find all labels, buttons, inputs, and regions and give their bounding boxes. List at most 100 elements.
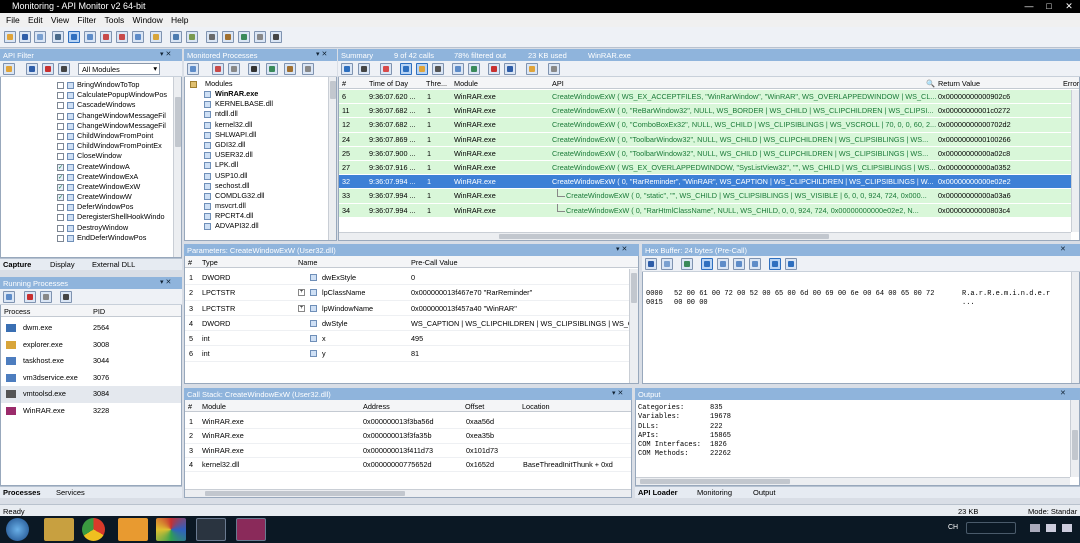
- api-filter-item[interactable]: ✓ CreateWindowW: [1, 192, 173, 202]
- flag-icon[interactable]: [1030, 524, 1040, 532]
- menu-file[interactable]: File: [0, 13, 20, 25]
- api-filter-item[interactable]: DeferWindowPos: [1, 202, 173, 212]
- summary-row[interactable]: 25 9:36:07.900 ... 1 WinRAR.exe CreateWindow…: [339, 146, 1071, 161]
- api-filter-item[interactable]: ChangeWindowMessageFil: [1, 111, 173, 121]
- hex-scrollbar[interactable]: [1071, 272, 1079, 383]
- copy-icon[interactable]: [34, 31, 46, 43]
- parameters-scrollbar[interactable]: [629, 269, 638, 383]
- call-stack-row[interactable]: 2 WinRAR.exe 0x000000013f3fa35b 0xea35b: [185, 429, 631, 444]
- api-filter-item[interactable]: ✓ CreateWindowA: [1, 162, 173, 172]
- api-filter-item[interactable]: DeregisterShellHookWindo: [1, 212, 173, 222]
- parameter-row[interactable]: 2 LPCTSTR + lpClassName 0x000000013f467e70 "…: [185, 285, 629, 301]
- language-indicator[interactable]: CH: [948, 524, 958, 531]
- network-icon[interactable]: [1046, 524, 1056, 532]
- crosshair-icon[interactable]: [248, 63, 260, 75]
- parameter-row[interactable]: 6 int y 81: [185, 346, 629, 362]
- tab-capture[interactable]: Capture: [3, 260, 31, 269]
- minimize-icon[interactable]: —: [1022, 1, 1036, 11]
- api-filter-item[interactable]: CloseWindow: [1, 151, 173, 161]
- summary-row[interactable]: 24 9:36:07.869 ... 1 WinRAR.exe CreateWindow…: [339, 132, 1071, 147]
- col-stack-module[interactable]: Module: [202, 402, 226, 411]
- api-filter-item[interactable]: ✓ CreateWindowExA: [1, 172, 173, 182]
- checkbox[interactable]: [57, 92, 64, 100]
- api-filter-item[interactable]: ChildWindowFromPoint: [1, 131, 173, 141]
- breakpoint-icon[interactable]: [526, 63, 538, 75]
- tools-icon[interactable]: [222, 31, 234, 43]
- attach-icon[interactable]: [187, 63, 199, 75]
- open-icon[interactable]: [4, 31, 16, 43]
- summary-row[interactable]: 34 9:36:07.994 ... 1 WinRAR.exe CreateWindow…: [339, 203, 1071, 218]
- api-filter-item[interactable]: EndDeferWindowPos: [1, 233, 173, 243]
- monitored-scrollbar[interactable]: [328, 77, 336, 240]
- search-icon[interactable]: 🔍: [926, 79, 935, 88]
- api-filter-item[interactable]: ✓ CreateWindowExW: [1, 182, 173, 192]
- tab-monitoring[interactable]: Monitoring: [697, 488, 732, 497]
- process-row[interactable]: WinRAR.exe 3228: [1, 403, 181, 420]
- col-thread[interactable]: Thre...: [426, 79, 447, 88]
- module-item[interactable]: ntdll.dll: [185, 109, 328, 119]
- module-filter-dropdown[interactable]: All Modules ▾: [78, 63, 160, 75]
- col-num[interactable]: #: [342, 79, 346, 88]
- save-filter-icon[interactable]: [26, 63, 38, 75]
- display-icon[interactable]: [432, 63, 444, 75]
- settings-icon[interactable]: [206, 31, 218, 43]
- menu-help[interactable]: Help: [165, 13, 188, 25]
- summary-vscroll[interactable]: [1071, 90, 1079, 232]
- col-offset[interactable]: Offset: [465, 402, 484, 411]
- process-row[interactable]: vm3dservice.exe 3076: [1, 370, 181, 387]
- module-item[interactable]: SHLWAPI.dll: [185, 130, 328, 140]
- tab-output[interactable]: Output: [753, 488, 776, 497]
- record-icon[interactable]: [488, 63, 500, 75]
- summary-row[interactable]: 33 9:36:07.994 ... 1 WinRAR.exe CreateWindow…: [339, 189, 1071, 204]
- stop-icon[interactable]: [270, 31, 282, 43]
- col-return[interactable]: Return Value: [938, 79, 980, 88]
- module-item[interactable]: COMDLG32.dll: [185, 191, 328, 201]
- window3-icon[interactable]: [132, 31, 144, 43]
- call-stack-row[interactable]: 1 WinRAR.exe 0x000000013f3ba56d 0xaa56d: [185, 415, 631, 430]
- hex-refresh-icon[interactable]: [681, 258, 693, 270]
- download-icon[interactable]: [468, 63, 480, 75]
- module-item[interactable]: ADVAPI32.dll: [185, 221, 328, 231]
- checkbox[interactable]: [57, 102, 64, 110]
- monitor-icon[interactable]: [212, 63, 224, 75]
- summary-row[interactable]: 12 9:36:07.682 ... 1 WinRAR.exe CreateWindow…: [339, 118, 1071, 133]
- toggle-view-icon[interactable]: [68, 31, 80, 43]
- tree-view-icon[interactable]: [400, 63, 412, 75]
- chrome-taskbar-icon[interactable]: [82, 518, 105, 541]
- start-button[interactable]: [6, 518, 29, 541]
- tab-external-dll[interactable]: External DLL: [92, 260, 135, 269]
- summary-row[interactable]: 11 9:36:07.682 ... 1 WinRAR.exe CreateWindow…: [339, 104, 1071, 119]
- table-icon[interactable]: [254, 31, 266, 43]
- menu-window[interactable]: Window: [127, 13, 163, 25]
- col-api[interactable]: API: [552, 79, 564, 88]
- colors-icon[interactable]: [380, 63, 392, 75]
- hex-copy-icon[interactable]: [661, 258, 673, 270]
- api-filter-item[interactable]: ChildWindowFromPointEx: [1, 141, 173, 151]
- menu-view[interactable]: View: [45, 13, 69, 25]
- api-filter-item[interactable]: DestroyWindow: [1, 223, 173, 233]
- parameter-row[interactable]: 4 DWORD dwStyle WS_CAPTION | WS_CLIPCHILDRE…: [185, 316, 629, 332]
- summary-row[interactable]: 6 9:36:07.620 ... 1 WinRAR.exe CreateWindowE…: [339, 90, 1071, 105]
- checkbox[interactable]: [57, 234, 64, 242]
- module-item[interactable]: RPCRT4.dll: [185, 211, 328, 221]
- close-process-icon[interactable]: [302, 63, 314, 75]
- col-type[interactable]: Type: [202, 258, 218, 267]
- process-row[interactable]: taskhost.exe 3044: [1, 353, 181, 370]
- options-icon[interactable]: [504, 63, 516, 75]
- module-item[interactable]: USP10.dll: [185, 171, 328, 181]
- highlight-icon[interactable]: [416, 63, 428, 75]
- byte8-icon[interactable]: [749, 258, 761, 270]
- checkbox[interactable]: [57, 153, 64, 161]
- expand-icon[interactable]: +: [298, 289, 305, 297]
- module-item[interactable]: LPK.dll: [185, 160, 328, 170]
- pane-icon[interactable]: [84, 31, 96, 43]
- col-module[interactable]: Module: [454, 79, 478, 88]
- binoculars-icon[interactable]: [58, 63, 70, 75]
- col-process[interactable]: Process: [4, 307, 30, 316]
- window-icon[interactable]: [100, 31, 112, 43]
- module-item[interactable]: USER32.dll: [185, 150, 328, 160]
- col-stack-num[interactable]: #: [188, 402, 192, 411]
- summary-hscroll[interactable]: [339, 232, 1071, 240]
- module-item[interactable]: sechost.dll: [185, 181, 328, 191]
- module-icon[interactable]: [284, 63, 296, 75]
